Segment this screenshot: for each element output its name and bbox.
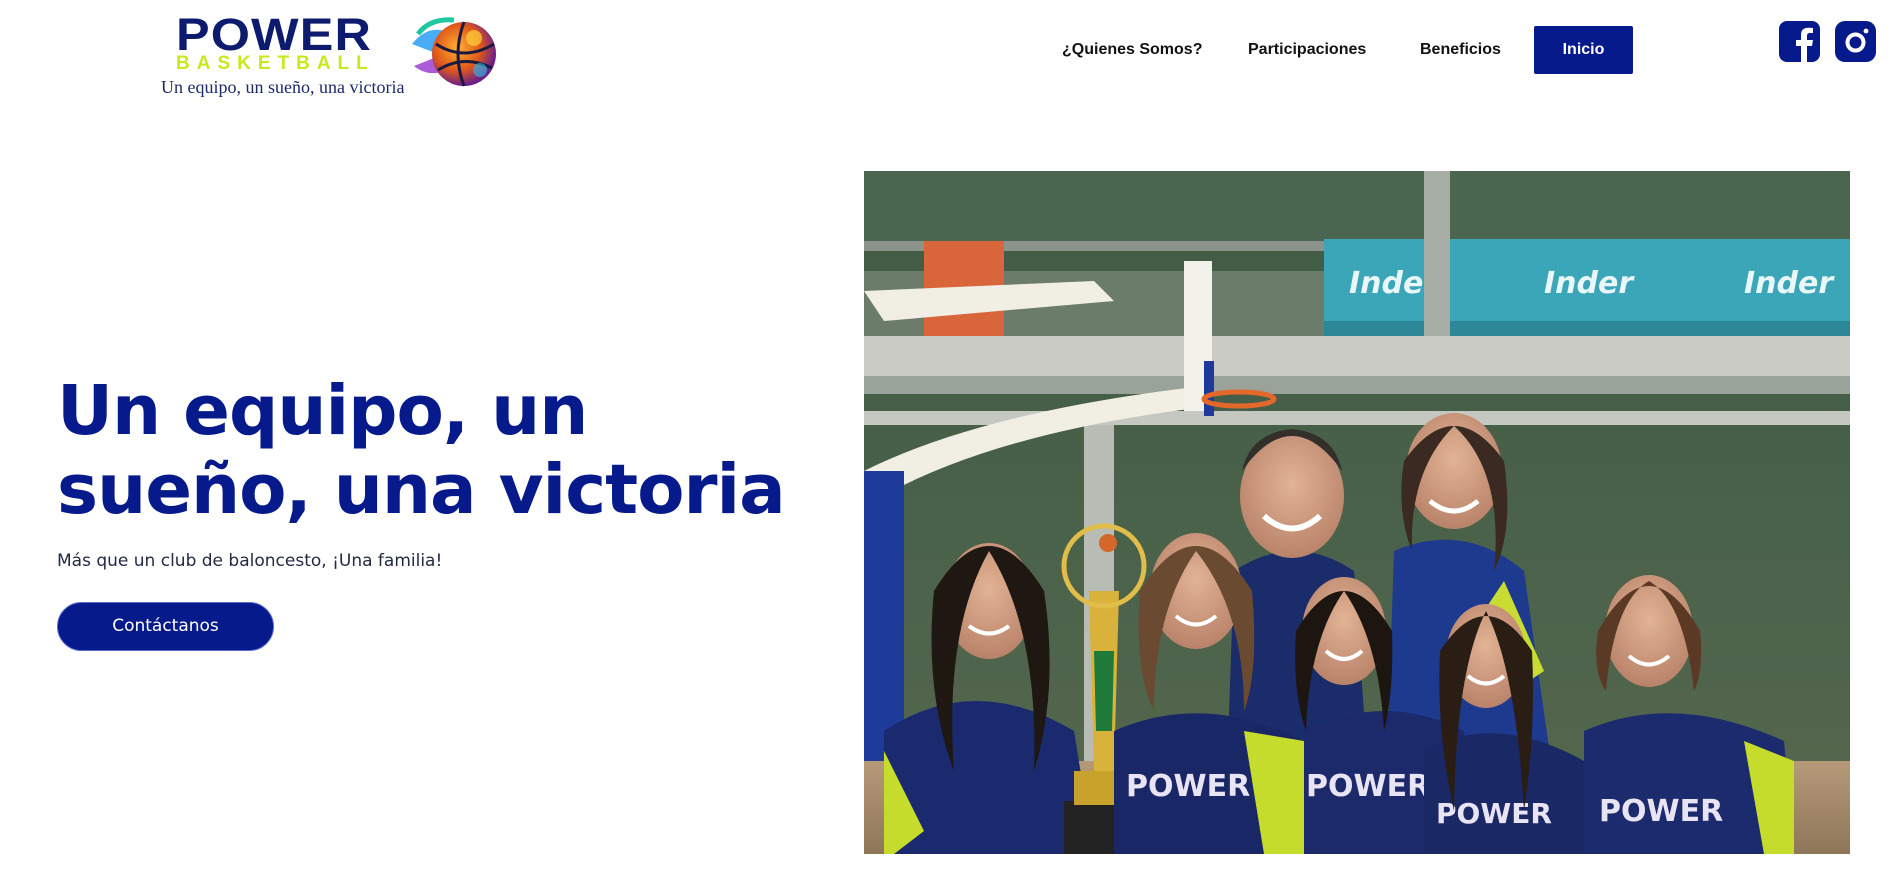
jersey-text-2: POWER	[1306, 769, 1430, 804]
banner-text-2: Inder	[1544, 266, 1635, 301]
nav-inicio-button[interactable]: Inicio	[1534, 26, 1633, 74]
hero-subtitle: Más que un club de baloncesto, ¡Una fami…	[57, 551, 443, 571]
team-photo: Inder Inder Inder POWER POWER POWER POWE…	[864, 171, 1850, 854]
hero-title: Un equipo, un sueño, una victoria	[57, 371, 786, 530]
site-logo[interactable]: POWER BASKETBALL Un equipo, un sueño, un…	[158, 12, 508, 100]
banner-text-3: Inder	[1744, 266, 1835, 301]
instagram-icon[interactable]	[1835, 21, 1876, 62]
jersey-text-1: POWER	[1126, 769, 1250, 804]
nav-quienes-somos[interactable]: ¿Quienes Somos?	[1062, 26, 1202, 74]
basketball-logo-icon	[412, 17, 496, 87]
jersey-text-4: POWER	[1599, 794, 1723, 829]
facebook-icon[interactable]	[1779, 21, 1820, 62]
logo-word: POWER	[176, 9, 373, 60]
nav-participaciones[interactable]: Participaciones	[1248, 26, 1366, 74]
contact-button[interactable]: Contáctanos	[57, 602, 274, 651]
logo-tagline: Un equipo, un sueño, una victoria	[161, 77, 405, 97]
nav-beneficios[interactable]: Beneficios	[1420, 26, 1501, 74]
logo-subword: BASKETBALL	[176, 53, 375, 74]
